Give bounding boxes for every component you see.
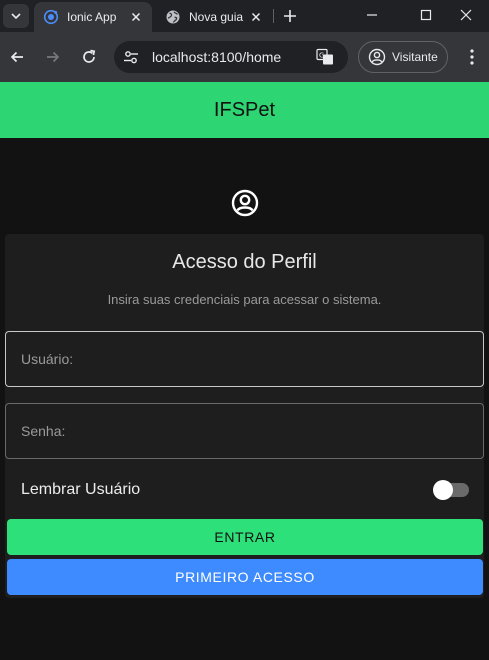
maximize-icon <box>420 9 432 21</box>
app-header: IFSPet <box>0 82 489 138</box>
globe-icon <box>166 10 180 24</box>
card-title: Acesso do Perfil <box>172 251 317 273</box>
toggle-knob <box>433 480 453 500</box>
forward-button[interactable] <box>41 45 65 69</box>
close-window-button[interactable] <box>443 0 489 30</box>
address-bar[interactable]: localhost:8100/home G <box>114 41 348 73</box>
close-tab-icon[interactable] <box>128 9 144 25</box>
person-circle-icon <box>368 48 386 66</box>
remember-user-row: Lembrar Usuário <box>5 474 484 506</box>
arrow-left-icon <box>10 51 23 63</box>
url-path: :8100/home <box>207 49 282 65</box>
more-vertical-icon <box>470 49 474 65</box>
tab-nova-guia[interactable]: Nova guia <box>156 2 272 32</box>
tab-title: Nova guia <box>189 10 244 24</box>
close-icon <box>460 9 472 21</box>
remember-user-toggle[interactable] <box>433 480 469 500</box>
username-label: Usuário: <box>21 351 74 367</box>
page-title: IFSPet <box>213 98 276 121</box>
plus-icon <box>284 10 296 22</box>
chevron-down-icon <box>11 13 21 20</box>
reload-button[interactable] <box>77 45 101 69</box>
close-tab-icon[interactable] <box>248 9 264 25</box>
minimize-icon <box>367 14 377 16</box>
translate-icon[interactable]: G <box>316 48 334 66</box>
back-button[interactable] <box>5 45 29 69</box>
url-host: localhost <box>152 49 208 65</box>
browser-tab-strip: Ionic App Nova guia <box>0 0 489 32</box>
svg-text:G: G <box>319 52 324 60</box>
tab-title: Ionic App <box>67 10 117 24</box>
tab-ionic-app[interactable]: Ionic App <box>34 2 152 32</box>
card-subtitle: Insira suas credenciais para acessar o s… <box>107 292 382 307</box>
browser-menu-button[interactable] <box>462 47 482 67</box>
password-field[interactable]: Senha: <box>5 403 484 459</box>
ionic-favicon-icon <box>43 9 59 25</box>
new-tab-button[interactable] <box>280 6 300 26</box>
tab-search-button[interactable] <box>3 4 29 28</box>
reload-icon <box>83 49 96 63</box>
url-text: localhost:8100/home <box>152 49 281 65</box>
profile-button[interactable]: Visitante <box>358 41 448 73</box>
site-info-icon[interactable] <box>122 48 140 66</box>
arrow-right-icon <box>47 51 60 63</box>
remember-user-label: Lembrar Usuário <box>21 481 141 498</box>
tab-separator <box>273 9 274 23</box>
minimize-button[interactable] <box>349 0 395 30</box>
person-circle-icon <box>231 189 259 217</box>
username-field[interactable]: Usuário: <box>5 331 484 387</box>
browser-toolbar: localhost:8100/home G Visitante <box>0 32 489 82</box>
profile-label: Visitante <box>392 50 438 64</box>
first-access-button[interactable]: PRIMEIRO ACESSO <box>7 559 483 595</box>
password-label: Senha: <box>21 423 66 439</box>
login-button[interactable]: ENTRAR <box>7 519 483 555</box>
login-card: Acesso do Perfil Insira suas credenciais… <box>5 234 484 598</box>
